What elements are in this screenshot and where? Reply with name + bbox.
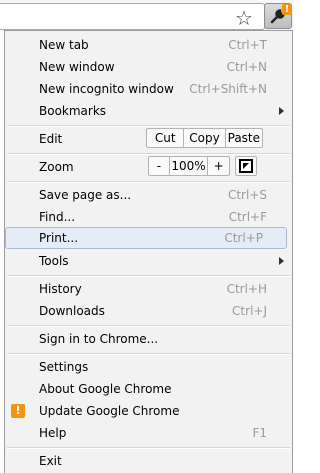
menu-separator (7, 275, 290, 277)
menu-item-label: Sign in to Chrome... (39, 332, 159, 346)
menu-separator (7, 125, 290, 127)
menu-item-label: Exit (39, 454, 62, 468)
chrome-menu: New tab Ctrl+T New window Ctrl+N New inc… (4, 30, 293, 473)
menu-item-label: New tab (39, 38, 89, 52)
fullscreen-button[interactable] (235, 156, 257, 176)
menu-item-label: Print... (39, 231, 79, 245)
menu-item-label: Update Google Chrome (39, 404, 180, 418)
menu-item-label: Help (39, 426, 67, 440)
menu-item-about[interactable]: About Google Chrome (5, 378, 292, 400)
menu-item-label: New window (39, 60, 115, 74)
cut-button[interactable]: Cut (147, 129, 183, 147)
menu-item-print[interactable]: Print... Ctrl+P (5, 227, 287, 249)
zoom-in-button[interactable]: + (207, 157, 229, 175)
menu-item-bookmarks[interactable]: Bookmarks (5, 100, 292, 122)
menu-item-shortcut: F1 (252, 426, 267, 440)
menu-item-sign-in[interactable]: Sign in to Chrome... (5, 328, 292, 350)
menu-item-shortcut: Ctrl+T (228, 38, 267, 52)
paste-button[interactable]: Paste (224, 129, 262, 147)
submenu-arrow-icon (279, 257, 284, 265)
star-icon[interactable]: ☆ (234, 8, 254, 28)
menu-item-find[interactable]: Find... Ctrl+F (5, 206, 292, 228)
menu-item-exit[interactable]: Exit (5, 450, 292, 472)
menu-item-label: Settings (39, 360, 89, 374)
fullscreen-icon (239, 159, 253, 173)
menu-item-shortcut: Ctrl+S (227, 188, 267, 202)
menu-item-shortcut: Ctrl+J (232, 304, 267, 318)
menu-item-save-page[interactable]: Save page as... Ctrl+S (5, 184, 292, 206)
menu-item-label: Zoom (39, 160, 74, 174)
menu-item-shortcut: Ctrl+H (226, 282, 267, 296)
menu-item-shortcut: Ctrl+F (228, 210, 267, 224)
menu-item-new-incognito-window[interactable]: New incognito window Ctrl+Shift+N (5, 78, 292, 100)
menu-item-settings[interactable]: Settings (5, 356, 292, 378)
menu-item-label: Find... (39, 210, 76, 224)
menu-item-label: About Google Chrome (39, 382, 172, 396)
menu-separator (7, 181, 290, 183)
menu-separator (7, 153, 290, 155)
menu-item-label: Downloads (39, 304, 105, 318)
menu-item-update[interactable]: ! Update Google Chrome (5, 400, 292, 422)
browser-toolbar: ☆ ! (0, 0, 294, 31)
wrench-menu-button[interactable]: ! (264, 3, 292, 29)
menu-item-shortcut: Ctrl+N (226, 60, 267, 74)
menu-item-label: New incognito window (39, 82, 174, 96)
menu-item-label: History (39, 282, 82, 296)
menu-item-help[interactable]: Help F1 (5, 422, 292, 444)
menu-item-label: Save page as... (39, 188, 132, 202)
menu-separator (7, 353, 290, 355)
zoom-button-group: - 100% + (148, 156, 230, 176)
menu-item-label: Edit (39, 132, 63, 146)
submenu-arrow-icon (279, 107, 284, 115)
menu-item-downloads[interactable]: Downloads Ctrl+J (5, 300, 292, 322)
menu-item-new-window[interactable]: New window Ctrl+N (5, 56, 292, 78)
zoom-out-button[interactable]: - (149, 157, 169, 175)
edit-button-group: Cut Copy Paste (146, 128, 263, 148)
menu-item-shortcut: Ctrl+P (224, 231, 263, 245)
menu-item-new-tab[interactable]: New tab Ctrl+T (5, 34, 292, 56)
menu-item-history[interactable]: History Ctrl+H (5, 278, 292, 300)
menu-item-shortcut: Ctrl+Shift+N (189, 82, 267, 96)
menu-item-zoom: Zoom - 100% + (5, 156, 292, 178)
menu-item-tools[interactable]: Tools (5, 250, 292, 272)
update-badge: ! (282, 4, 292, 15)
omnibox[interactable]: ☆ (0, 3, 265, 30)
menu-separator (7, 447, 290, 449)
copy-button[interactable]: Copy (183, 129, 224, 147)
menu-item-label: Bookmarks (39, 104, 107, 118)
menu-separator (7, 325, 290, 327)
menu-item-label: Tools (39, 254, 69, 268)
menu-item-edit: Edit Cut Copy Paste (5, 128, 292, 150)
zoom-level: 100% (168, 157, 208, 175)
update-warning-icon: ! (11, 404, 25, 418)
